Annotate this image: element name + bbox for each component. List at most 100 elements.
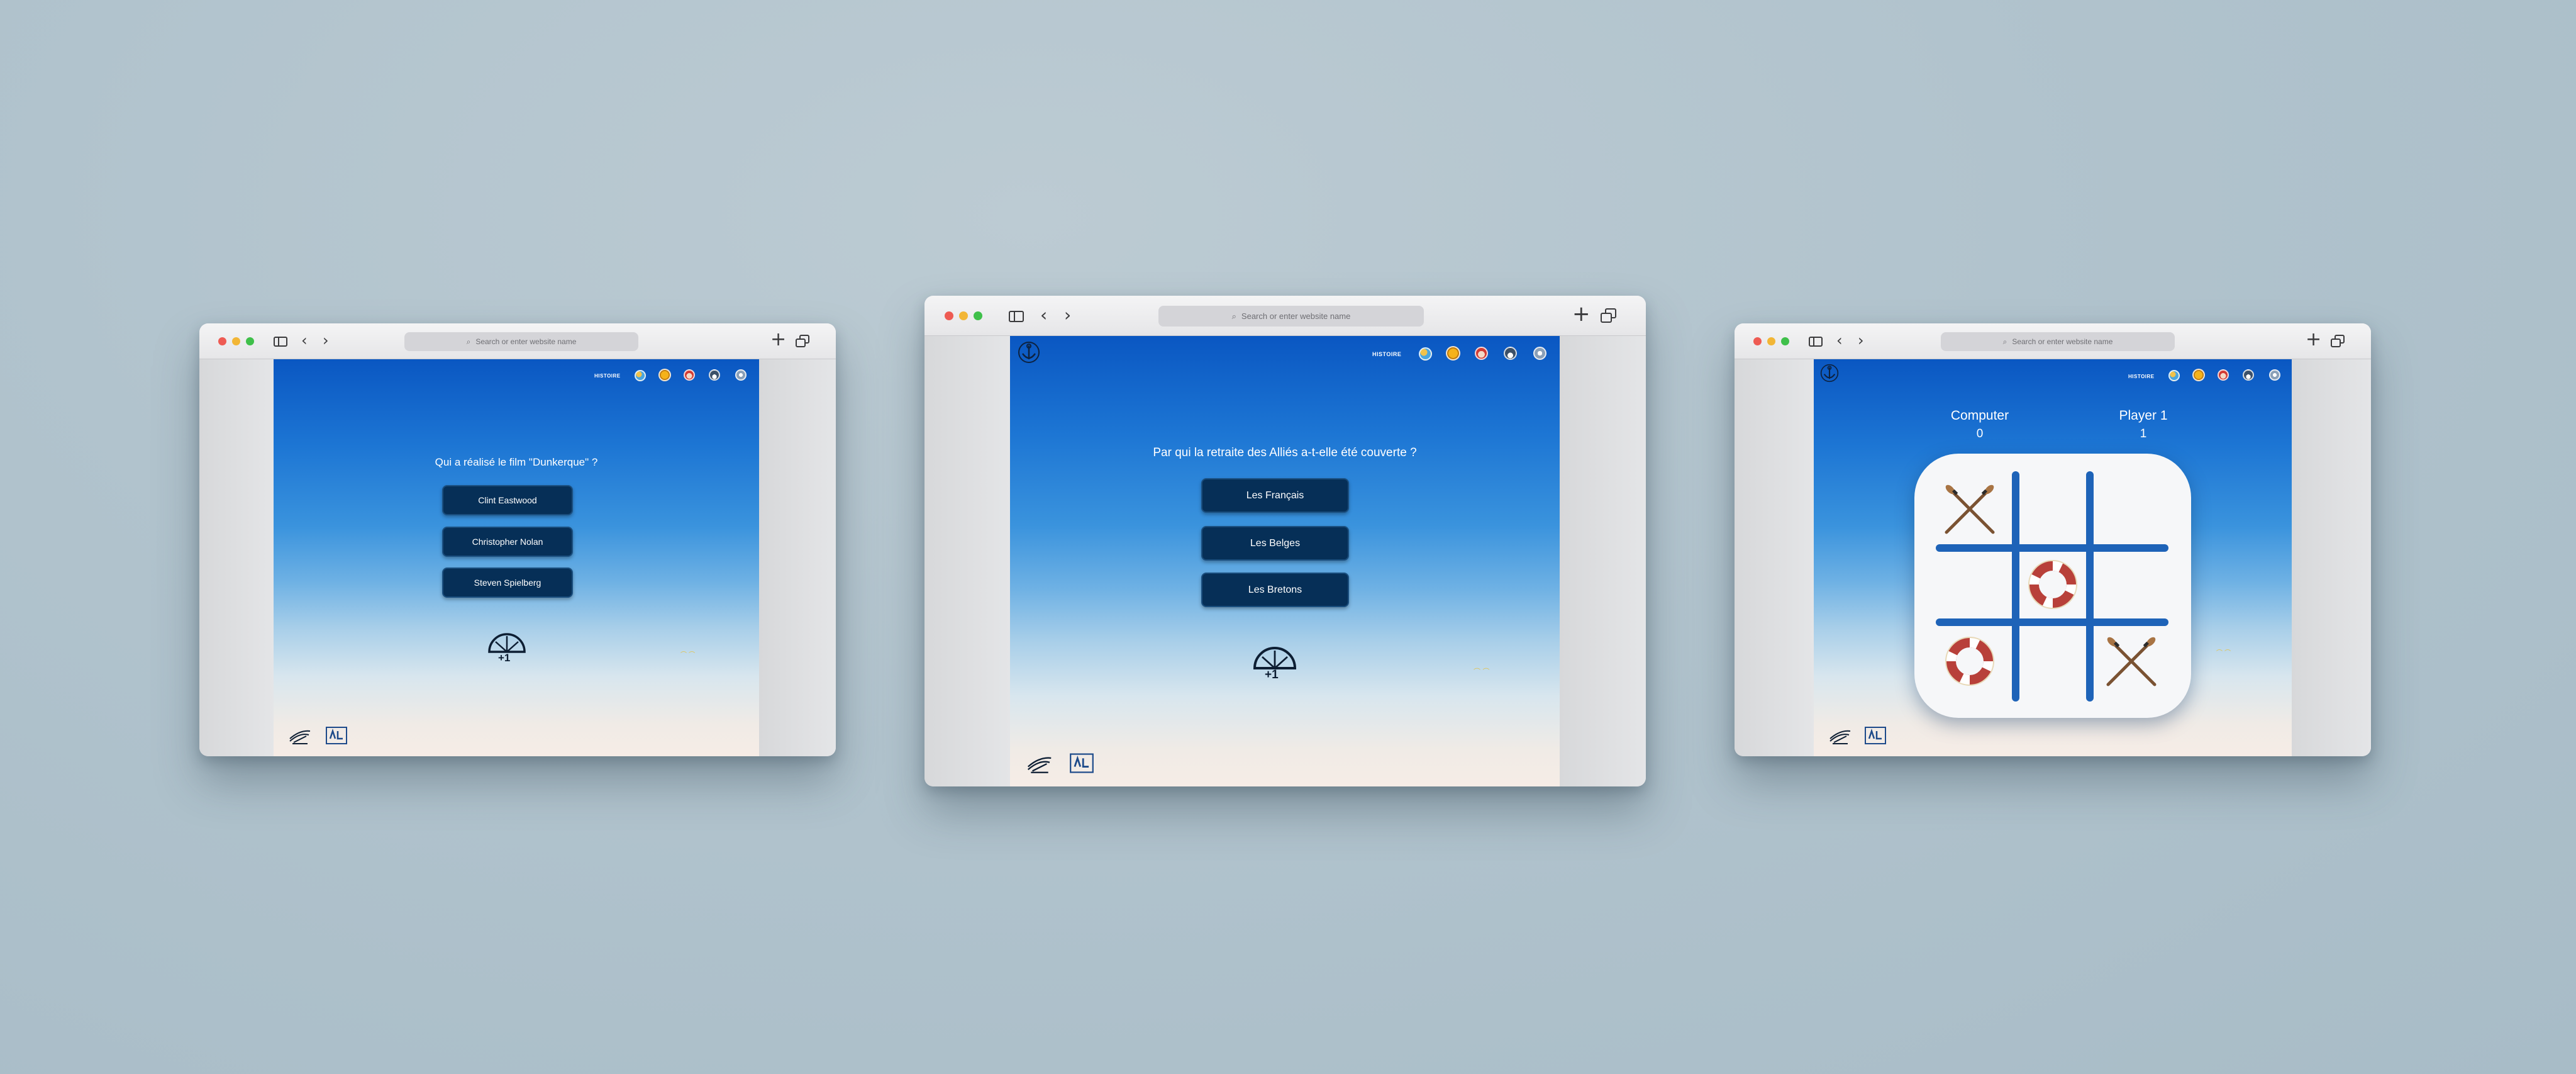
birds-decoration: ⌒ ⌒ <box>1474 668 1490 676</box>
santa-icon[interactable] <box>684 369 695 381</box>
globe-icon[interactable] <box>635 370 646 381</box>
maximize-window-button[interactable] <box>1781 337 1789 345</box>
page-margin-right <box>1560 336 1646 786</box>
santa-icon[interactable] <box>1475 347 1488 360</box>
minimize-window-button[interactable] <box>959 311 968 320</box>
board-cell[interactable] <box>2018 627 2087 696</box>
answer-button-2[interactable]: Christopher Nolan <box>442 527 573 557</box>
profile-icon[interactable] <box>1533 347 1546 360</box>
board-cell[interactable] <box>2097 627 2166 696</box>
tabs-overview-icon[interactable] <box>2331 335 2346 349</box>
ship-logo <box>1027 757 1052 773</box>
chevron-left-icon[interactable]: ‹ <box>1040 306 1047 324</box>
nav-history-link[interactable]: HISTOIRE <box>1372 351 1401 357</box>
lifebuoy-icon <box>1945 637 1994 686</box>
museum-logo <box>1865 727 1886 744</box>
profile-icon[interactable] <box>735 369 747 381</box>
url-bar[interactable]: ⌕ Search or enter website name <box>1941 332 2175 351</box>
minimize-window-button[interactable] <box>1767 337 1775 345</box>
search-icon: ⌕ <box>466 337 471 346</box>
computer-score: 0 <box>1976 427 1984 440</box>
birds-decoration: ⌒ ⌒ <box>680 652 696 659</box>
nav-history-link[interactable]: HISTOIRE <box>594 373 621 379</box>
chevron-left-icon[interactable]: ‹ <box>301 333 308 348</box>
sidebar-toggle-icon[interactable] <box>1809 337 1823 347</box>
answer-button-3[interactable]: Steven Spielberg <box>442 568 573 598</box>
answer-button-1[interactable]: Les Français <box>1201 478 1349 513</box>
quiz-viewport: HISTOIRE Qui a réalisé le film "Dunkerqu… <box>274 359 759 756</box>
search-icon: ⌕ <box>2002 337 2007 346</box>
maximize-window-button[interactable] <box>246 337 254 345</box>
quiz-question: Qui a réalisé le film "Dunkerque" ? <box>435 456 598 468</box>
anchor-logo <box>1018 342 1040 363</box>
museum-logo <box>1070 753 1094 773</box>
sidebar-toggle-icon[interactable] <box>1009 311 1024 322</box>
answer-button-3[interactable]: Les Bretons <box>1201 573 1349 607</box>
close-window-button[interactable] <box>218 337 226 345</box>
window-controls <box>945 311 982 320</box>
close-window-button[interactable] <box>1753 337 1762 345</box>
board-cell[interactable] <box>2018 550 2087 619</box>
page-margin-left <box>199 359 274 756</box>
browser-window-center: ‹ › ⌕ Search or enter website name + HIS… <box>924 296 1646 786</box>
ship-logo <box>1829 730 1851 744</box>
anchor-logo <box>1820 364 1839 383</box>
minimize-window-button[interactable] <box>232 337 240 345</box>
score-badge: +1 <box>498 652 511 664</box>
helmet-icon[interactable] <box>1504 347 1517 360</box>
quiz-viewport: HISTOIRE Par qui la retraite des Alliés … <box>1010 336 1560 786</box>
medal-icon[interactable] <box>2192 369 2205 381</box>
plus-icon[interactable]: + <box>770 330 786 349</box>
board-cell[interactable] <box>1935 627 2004 696</box>
page-margin-right <box>2292 359 2371 756</box>
player-score: 1 <box>2140 427 2147 440</box>
chevron-right-icon[interactable]: › <box>1858 333 1864 348</box>
medal-icon[interactable] <box>1446 346 1460 361</box>
chevron-right-icon[interactable]: › <box>323 333 329 348</box>
speedometer-icon <box>1253 647 1297 669</box>
close-window-button[interactable] <box>945 311 953 320</box>
quiz-question: Par qui la retraite des Alliés a-t-elle … <box>1153 446 1417 459</box>
game-viewport: HISTOIRE Computer 0 Player 1 1 ⌒ ⌒ <box>1814 359 2292 756</box>
tabs-overview-icon[interactable] <box>1601 308 1618 324</box>
chevron-right-icon[interactable]: › <box>1064 306 1071 324</box>
board-cell[interactable] <box>2018 474 2087 544</box>
medal-icon[interactable] <box>658 369 671 381</box>
helmet-icon[interactable] <box>709 369 720 381</box>
window-controls <box>218 337 254 345</box>
plus-icon[interactable]: + <box>1572 303 1591 325</box>
board-cell[interactable] <box>1935 550 2004 619</box>
page-margin-right <box>759 359 836 756</box>
url-bar[interactable]: ⌕ Search or enter website name <box>404 332 638 351</box>
page-margin-left <box>1735 359 1814 756</box>
globe-icon[interactable] <box>1419 347 1432 361</box>
answer-button-1[interactable]: Clint Eastwood <box>442 485 573 515</box>
board-cell[interactable] <box>2097 550 2166 619</box>
score-badge: +1 <box>1265 668 1279 681</box>
browser-window-left: ‹ › ⌕ Search or enter website name + HIS… <box>199 323 836 756</box>
answer-button-2[interactable]: Les Belges <box>1201 526 1349 561</box>
maximize-window-button[interactable] <box>974 311 982 320</box>
nav-history-link[interactable]: HISTOIRE <box>2128 374 2155 379</box>
browser-window-right: ‹ › ⌕ Search or enter website name + HIS… <box>1735 323 2371 756</box>
search-icon: ⌕ <box>1231 311 1236 321</box>
speedometer-icon <box>488 633 526 653</box>
board-cell[interactable] <box>2097 474 2166 544</box>
helmet-icon[interactable] <box>2243 369 2254 381</box>
browser-toolbar: ‹ › ⌕ Search or enter website name + <box>924 296 1646 336</box>
globe-icon[interactable] <box>2168 370 2180 381</box>
sidebar-toggle-icon[interactable] <box>274 337 287 347</box>
tabs-overview-icon[interactable] <box>796 335 811 349</box>
profile-icon[interactable] <box>2269 369 2280 381</box>
santa-icon[interactable] <box>2218 369 2229 381</box>
url-bar[interactable]: ⌕ Search or enter website name <box>1158 306 1424 327</box>
chevron-left-icon[interactable]: ‹ <box>1836 333 1843 348</box>
computer-label: Computer <box>1950 408 2009 423</box>
crossed-oars-icon <box>2106 637 2157 686</box>
url-placeholder: Search or enter website name <box>2012 337 2113 346</box>
board-cell[interactable] <box>1935 474 2004 544</box>
plus-icon[interactable]: + <box>2306 330 2321 349</box>
browser-toolbar: ‹ › ⌕ Search or enter website name + <box>199 323 836 359</box>
window-controls <box>1753 337 1789 345</box>
player-label: Player 1 <box>2119 408 2168 423</box>
